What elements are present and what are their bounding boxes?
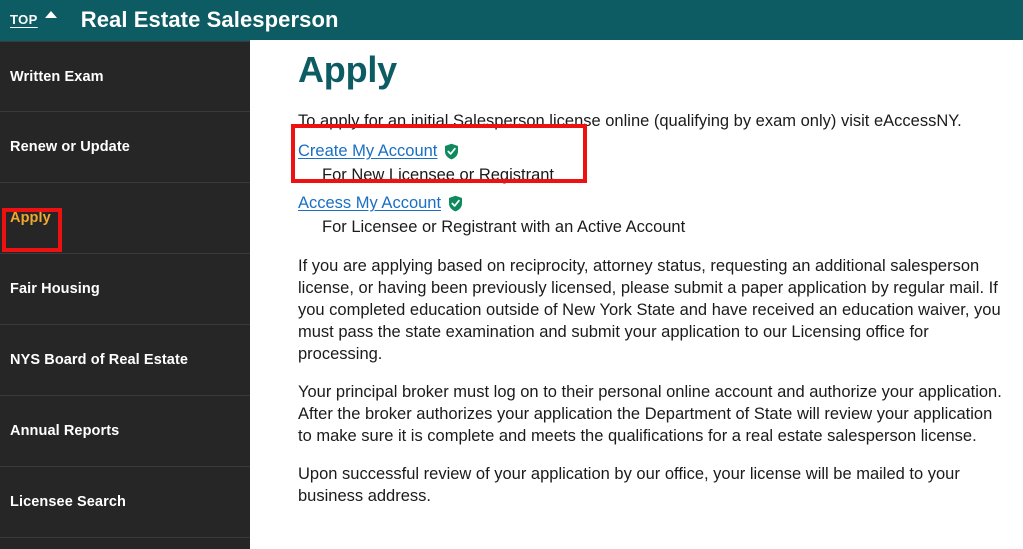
sidebar-item-licensee-search[interactable]: Licensee Search — [0, 467, 250, 538]
sidebar-item-label: NYS Board of Real Estate — [10, 352, 189, 368]
create-my-account-link-row[interactable]: Create My Account — [298, 141, 1007, 162]
paragraph-broker-authorization: Your principal broker must log on to the… — [298, 383, 1002, 445]
sidebar-item-label: Fair Housing — [10, 281, 100, 297]
intro-paragraph: To apply for an initial Salesperson lice… — [298, 112, 962, 130]
sidebar-item-written-exam[interactable]: Written Exam — [0, 41, 250, 112]
sidebar-item-apply[interactable]: Apply — [0, 183, 269, 254]
sidebar-item-annual-reports[interactable]: Annual Reports — [0, 396, 250, 467]
access-my-account-link-row[interactable]: Access My Account — [298, 193, 1007, 214]
main-content: Apply To apply for an initial Salesperso… — [250, 40, 1023, 549]
top-link[interactable]: TOP — [10, 11, 57, 28]
paragraph-license-mailing: Upon successful review of your applicati… — [298, 465, 960, 505]
top-link-label: TOP — [10, 12, 38, 27]
sidebar-item-label: Licensee Search — [10, 494, 126, 510]
create-my-account-description: For New Licensee or Registrant — [322, 166, 555, 184]
sidebar-item-nys-board-of-real-estate[interactable]: NYS Board of Real Estate — [0, 325, 250, 396]
paragraph-reciprocity: If you are applying based on reciprocity… — [298, 257, 1001, 363]
sidebar-item-label: Written Exam — [10, 68, 104, 85]
sidebar-item-label: Annual Reports — [10, 423, 120, 439]
caret-up-icon — [44, 11, 57, 18]
page-title: Apply — [298, 49, 398, 90]
sidebar-item-fair-housing[interactable]: Fair Housing — [0, 254, 250, 325]
sidebar-item-label: Renew or Update — [10, 139, 130, 155]
create-my-account-link[interactable]: Create My Account — [298, 141, 437, 162]
access-my-account-block: Access My Account For Licensee or Regist… — [298, 193, 1007, 238]
sidebar-item-label: Apply — [10, 210, 51, 226]
create-my-account-block: Create My Account For New Licensee or Re… — [298, 141, 1007, 186]
green-shield-check-icon — [444, 143, 459, 160]
page-root: TOP Real Estate Salesperson Written Exam… — [0, 0, 1023, 549]
access-my-account-description: For Licensee or Registrant with an Activ… — [322, 218, 686, 236]
sidebar-item-renew-or-update[interactable]: Renew or Update — [0, 112, 250, 183]
access-my-account-link[interactable]: Access My Account — [298, 193, 441, 214]
green-shield-check-icon — [448, 195, 463, 212]
site-header: TOP Real Estate Salesperson — [0, 0, 1023, 40]
sidebar-nav: Written Exam Renew or Update Apply Fair … — [0, 40, 269, 549]
page-header-title: Real Estate Salesperson — [80, 7, 339, 32]
